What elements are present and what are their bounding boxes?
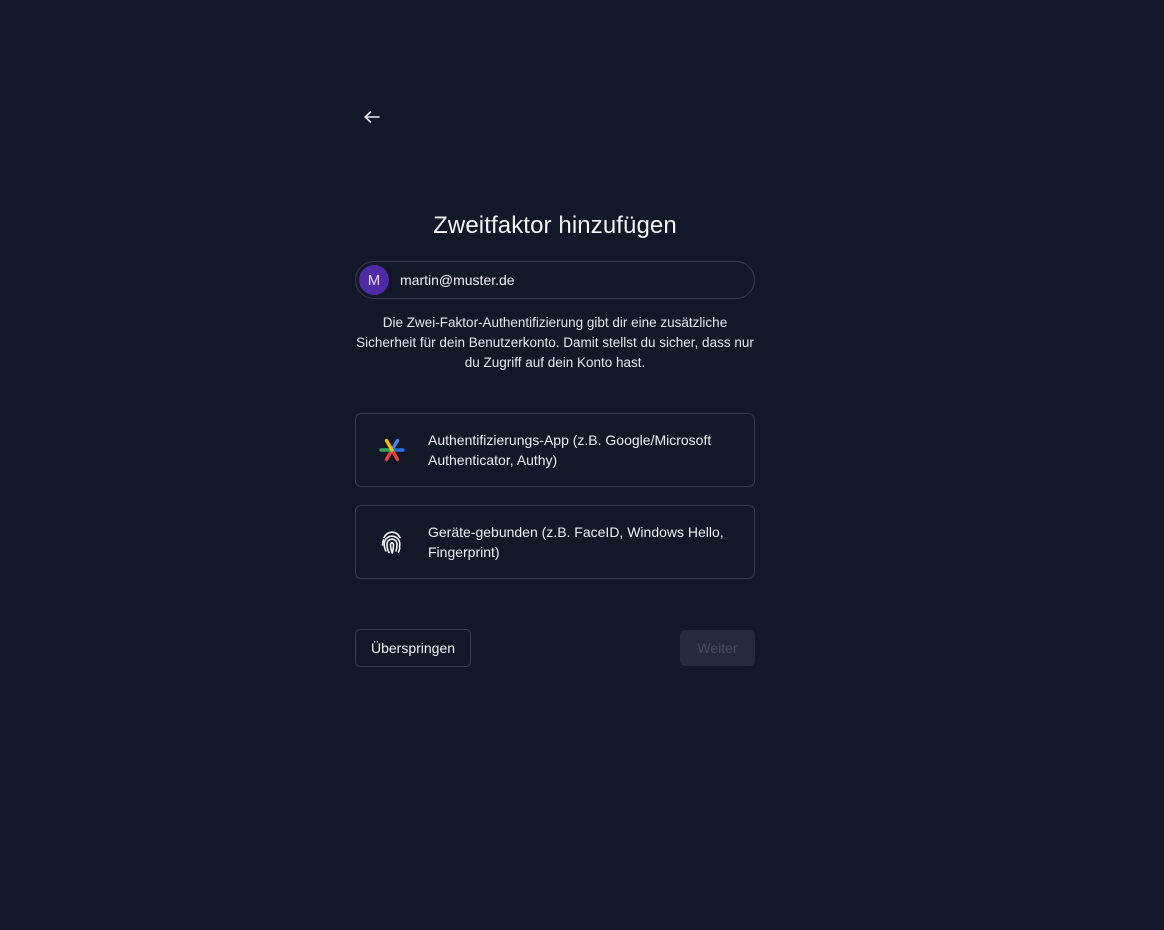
option-authenticator-app-label: Authentifizierungs-App (z.B. Google/Micr… (428, 432, 712, 468)
fingerprint-icon (377, 527, 407, 557)
option-device-bound-label: Geräte-gebunden (z.B. FaceID, Windows He… (428, 524, 724, 560)
account-chip: M martin@muster.de (355, 261, 755, 299)
option-authenticator-app[interactable]: Authentifizierungs-App (z.B. Google/Micr… (355, 413, 755, 487)
skip-button[interactable]: Überspringen (355, 629, 471, 667)
account-email: martin@muster.de (400, 272, 515, 288)
option-device-bound[interactable]: Geräte-gebunden (z.B. FaceID, Windows He… (355, 505, 755, 579)
next-button[interactable]: Weiter (680, 630, 755, 666)
arrow-left-icon (364, 111, 380, 123)
authenticator-app-icon (377, 435, 407, 465)
description-text: Die Zwei-Faktor-Authentifizierung gibt d… (356, 315, 754, 370)
back-button[interactable] (359, 104, 385, 130)
avatar: M (359, 265, 389, 295)
page-title: Zweitfaktor hinzufügen (433, 212, 677, 239)
